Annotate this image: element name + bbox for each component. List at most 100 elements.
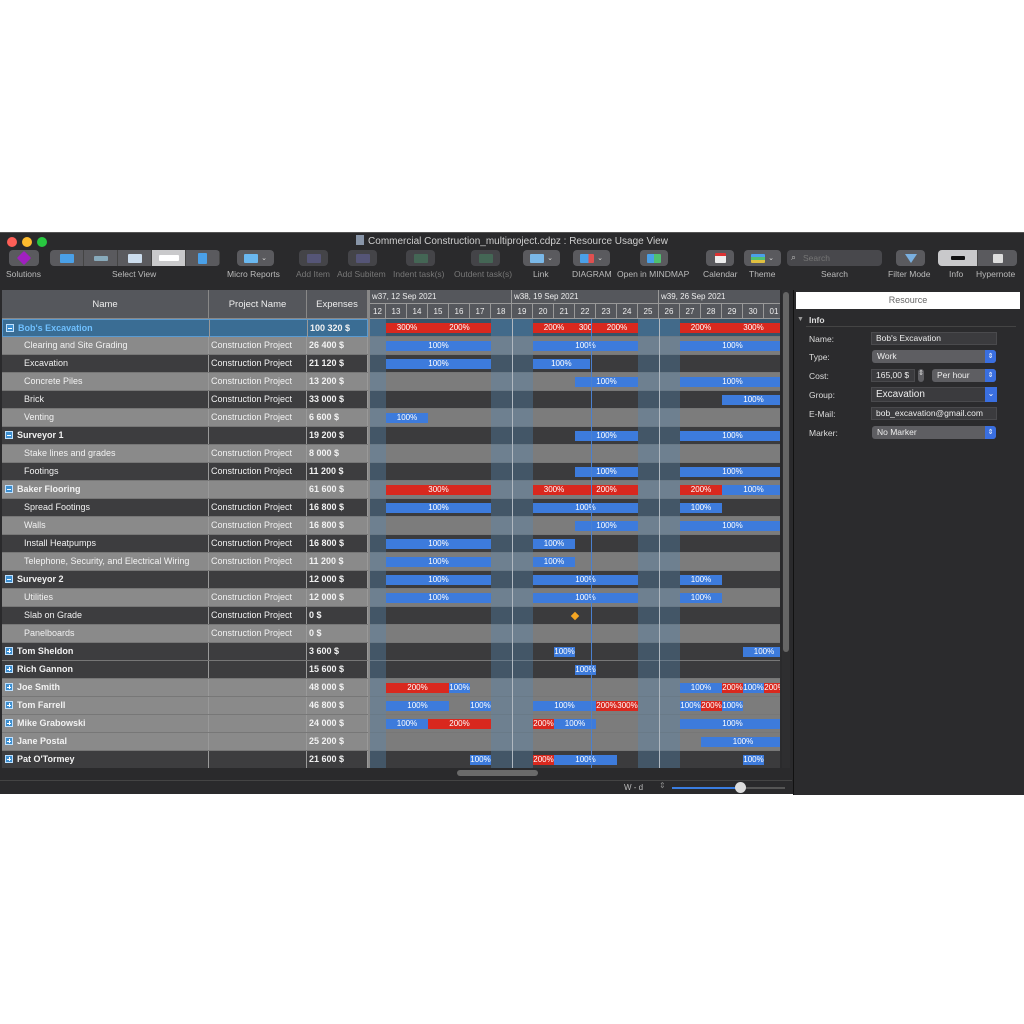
- outdent-button[interactable]: [471, 250, 500, 266]
- task-row[interactable]: Stake lines and grades Construction Proj…: [2, 445, 368, 463]
- task-row[interactable]: Footings Construction Project 11 200 $: [2, 463, 368, 481]
- disclosure-triangle-icon[interactable]: ▼: [797, 316, 804, 323]
- resource-group-row[interactable]: Baker Flooring 61 600 $: [2, 481, 368, 499]
- marker-select[interactable]: No Marker ⇕: [872, 426, 996, 439]
- cost-unit-select[interactable]: Per hour ⇕: [932, 369, 996, 382]
- overallocation-bar[interactable]: 200%: [722, 683, 743, 693]
- task-row[interactable]: Telephone, Security, and Electrical Wiri…: [2, 553, 368, 571]
- task-row[interactable]: Panelboards Construction Project 0 $: [2, 625, 368, 643]
- allocation-bar[interactable]: 100%: [680, 593, 722, 603]
- filter-mode-button[interactable]: [896, 250, 925, 266]
- overallocation-bar[interactable]: 300: [575, 323, 596, 333]
- hypernote-button[interactable]: [978, 250, 1017, 266]
- collapse-icon[interactable]: [6, 324, 14, 332]
- view-report-button[interactable]: [186, 250, 220, 266]
- allocation-bar[interactable]: 100%: [680, 683, 722, 693]
- allocation-bar[interactable]: 100%: [470, 755, 491, 765]
- search-field[interactable]: ⌕: [787, 250, 882, 266]
- resource-group-row[interactable]: Surveyor 2 12 000 $: [2, 571, 368, 589]
- overallocation-bar[interactable]: 300%: [617, 701, 638, 711]
- overallocation-bar[interactable]: 200%: [575, 485, 638, 495]
- overallocation-bar[interactable]: 200%: [428, 323, 491, 333]
- allocation-bar[interactable]: 100%: [575, 665, 596, 675]
- view-gantt-button[interactable]: [50, 250, 84, 266]
- allocation-bar[interactable]: 100%: [533, 539, 575, 549]
- allocation-bar[interactable]: 100%: [386, 413, 428, 423]
- group-combobox[interactable]: Excavation ⌄: [871, 387, 997, 402]
- resource-group-row[interactable]: Tom Farrell 46 800 $: [2, 697, 368, 715]
- chevron-down-icon[interactable]: ⌄: [985, 387, 997, 402]
- collapse-icon[interactable]: [5, 485, 13, 493]
- inspector-segmented[interactable]: [938, 250, 1017, 266]
- overallocation-bar[interactable]: 200%: [596, 701, 617, 711]
- resource-group-row[interactable]: Bob's Excavation 100 320 $: [2, 319, 368, 337]
- vertical-scroll-thumb[interactable]: [783, 292, 789, 652]
- allocation-bar[interactable]: 100%: [533, 341, 638, 351]
- indent-button[interactable]: [406, 250, 435, 266]
- overallocation-bar[interactable]: 300%: [386, 485, 491, 495]
- allocation-bar[interactable]: 100%: [680, 503, 722, 513]
- expand-icon[interactable]: [5, 737, 13, 745]
- allocation-bar[interactable]: 100%: [680, 377, 780, 387]
- vertical-scrollbar[interactable]: [782, 290, 790, 768]
- allocation-bar[interactable]: 100%: [680, 701, 701, 711]
- allocation-bar[interactable]: 100%: [701, 737, 780, 747]
- allocation-bar[interactable]: 100%: [680, 431, 780, 441]
- expand-icon[interactable]: [5, 719, 13, 727]
- allocation-bar[interactable]: 100%: [575, 377, 638, 387]
- allocation-bar[interactable]: 100%: [533, 701, 596, 711]
- view-resource-usage-button[interactable]: [152, 250, 186, 266]
- resource-group-row[interactable]: Mike Grabowski 24 000 $: [2, 715, 368, 733]
- email-field[interactable]: bob_excavation@gmail.com: [871, 407, 997, 420]
- resource-group-row[interactable]: Tom Sheldon 3 600 $: [2, 643, 368, 661]
- allocation-bar[interactable]: 100%: [386, 701, 449, 711]
- task-row[interactable]: Clearing and Site Grading Construction P…: [2, 337, 368, 355]
- collapse-icon[interactable]: [5, 575, 13, 583]
- cost-stepper[interactable]: ⇕: [918, 369, 924, 382]
- expand-icon[interactable]: [5, 701, 13, 709]
- column-header-project[interactable]: Project Name: [209, 290, 307, 319]
- allocation-bar[interactable]: 100%: [533, 359, 590, 369]
- horizontal-scroll-thumb[interactable]: [457, 770, 538, 776]
- expand-icon[interactable]: [5, 683, 13, 691]
- allocation-bar[interactable]: 100%: [386, 719, 428, 729]
- overallocation-bar[interactable]: 200%: [428, 719, 491, 729]
- calendar-button[interactable]: [706, 250, 734, 266]
- allocation-bar[interactable]: 100%: [533, 557, 575, 567]
- resource-group-row[interactable]: Surveyor 1 19 200 $: [2, 427, 368, 445]
- task-row[interactable]: Utilities Construction Project 12 000 $: [2, 589, 368, 607]
- search-input[interactable]: [803, 252, 878, 264]
- allocation-bar[interactable]: 100%: [386, 539, 491, 549]
- add-item-button[interactable]: [299, 250, 328, 266]
- resource-group-row[interactable]: Rich Gannon 15 600 $: [2, 661, 368, 679]
- overallocation-bar[interactable]: 300%: [533, 485, 575, 495]
- allocation-bar[interactable]: 100%: [743, 647, 780, 657]
- overallocation-bar[interactable]: 200%: [533, 719, 554, 729]
- column-header-name[interactable]: Name: [2, 290, 209, 319]
- expand-icon[interactable]: [5, 755, 13, 763]
- cost-field[interactable]: 165,00 $: [871, 369, 915, 382]
- slider-knob[interactable]: [734, 782, 746, 793]
- allocation-bar[interactable]: 100%: [680, 341, 780, 351]
- overallocation-bar[interactable]: 200%: [533, 323, 575, 333]
- overallocation-bar[interactable]: 200%: [764, 683, 780, 693]
- task-row[interactable]: Walls Construction Project 16 800 $: [2, 517, 368, 535]
- link-button[interactable]: ⌄: [523, 250, 560, 266]
- view-timeline-button[interactable]: [84, 250, 118, 266]
- allocation-bar[interactable]: 100%: [470, 701, 491, 711]
- allocation-bar[interactable]: 100%: [722, 701, 743, 711]
- allocation-bar[interactable]: 100%: [533, 575, 638, 585]
- micro-reports-button[interactable]: ⌄: [237, 250, 274, 266]
- view-resources-button[interactable]: [118, 250, 152, 266]
- name-field[interactable]: Bob's Excavation: [871, 332, 997, 345]
- allocation-bar[interactable]: 100%: [386, 359, 491, 369]
- allocation-bar[interactable]: 100%: [386, 341, 491, 351]
- allocation-bar[interactable]: 100%: [533, 503, 638, 513]
- milestone-diamond-icon[interactable]: [570, 611, 580, 621]
- resource-group-row[interactable]: Joe Smith 48 000 $: [2, 679, 368, 697]
- stepper-icon[interactable]: ⇕: [659, 781, 666, 790]
- resource-group-row[interactable]: Jane Postal 25 200 $: [2, 733, 368, 751]
- task-row[interactable]: Slab on Grade Construction Project 0 $: [2, 607, 368, 625]
- allocation-bar[interactable]: 100%: [386, 557, 491, 567]
- allocation-bar[interactable]: 100%: [680, 521, 780, 531]
